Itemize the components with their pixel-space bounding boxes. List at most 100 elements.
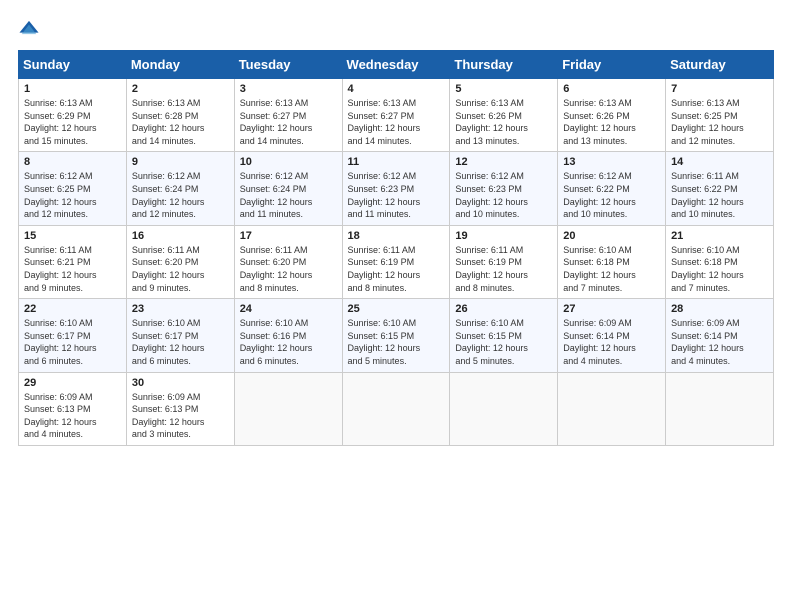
- day-info: Sunrise: 6:13 AM Sunset: 6:27 PM Dayligh…: [240, 97, 337, 147]
- calendar-cell: 30 Sunrise: 6:09 AM Sunset: 6:13 PM Dayl…: [126, 372, 234, 445]
- calendar-cell: 24 Sunrise: 6:10 AM Sunset: 6:16 PM Dayl…: [234, 299, 342, 372]
- calendar-cell: 22 Sunrise: 6:10 AM Sunset: 6:17 PM Dayl…: [19, 299, 127, 372]
- day-number: 28: [671, 303, 768, 315]
- day-info: Sunrise: 6:09 AM Sunset: 6:14 PM Dayligh…: [563, 317, 660, 367]
- day-info: Sunrise: 6:12 AM Sunset: 6:22 PM Dayligh…: [563, 170, 660, 220]
- day-info: Sunrise: 6:10 AM Sunset: 6:18 PM Dayligh…: [563, 244, 660, 294]
- calendar-cell: [450, 372, 558, 445]
- calendar-cell: 12 Sunrise: 6:12 AM Sunset: 6:23 PM Dayl…: [450, 152, 558, 225]
- calendar-week-4: 22 Sunrise: 6:10 AM Sunset: 6:17 PM Dayl…: [19, 299, 774, 372]
- day-number: 21: [671, 230, 768, 242]
- calendar-week-5: 29 Sunrise: 6:09 AM Sunset: 6:13 PM Dayl…: [19, 372, 774, 445]
- calendar-cell: 21 Sunrise: 6:10 AM Sunset: 6:18 PM Dayl…: [666, 225, 774, 298]
- day-info: Sunrise: 6:11 AM Sunset: 6:22 PM Dayligh…: [671, 170, 768, 220]
- day-info: Sunrise: 6:10 AM Sunset: 6:17 PM Dayligh…: [132, 317, 229, 367]
- day-number: 26: [455, 303, 552, 315]
- calendar-cell: 25 Sunrise: 6:10 AM Sunset: 6:15 PM Dayl…: [342, 299, 450, 372]
- day-number: 9: [132, 156, 229, 168]
- calendar-cell: 6 Sunrise: 6:13 AM Sunset: 6:26 PM Dayli…: [558, 79, 666, 152]
- calendar-cell: 23 Sunrise: 6:10 AM Sunset: 6:17 PM Dayl…: [126, 299, 234, 372]
- day-number: 8: [24, 156, 121, 168]
- day-number: 15: [24, 230, 121, 242]
- day-number: 20: [563, 230, 660, 242]
- day-info: Sunrise: 6:11 AM Sunset: 6:20 PM Dayligh…: [132, 244, 229, 294]
- day-info: Sunrise: 6:12 AM Sunset: 6:23 PM Dayligh…: [455, 170, 552, 220]
- calendar-cell: [234, 372, 342, 445]
- calendar-cell: [342, 372, 450, 445]
- day-header-tuesday: Tuesday: [234, 51, 342, 79]
- calendar-header-row: SundayMondayTuesdayWednesdayThursdayFrid…: [19, 51, 774, 79]
- day-header-wednesday: Wednesday: [342, 51, 450, 79]
- calendar-cell: 7 Sunrise: 6:13 AM Sunset: 6:25 PM Dayli…: [666, 79, 774, 152]
- day-header-thursday: Thursday: [450, 51, 558, 79]
- calendar-cell: 29 Sunrise: 6:09 AM Sunset: 6:13 PM Dayl…: [19, 372, 127, 445]
- day-number: 5: [455, 83, 552, 95]
- calendar-cell: 27 Sunrise: 6:09 AM Sunset: 6:14 PM Dayl…: [558, 299, 666, 372]
- calendar-cell: 20 Sunrise: 6:10 AM Sunset: 6:18 PM Dayl…: [558, 225, 666, 298]
- day-number: 10: [240, 156, 337, 168]
- day-number: 7: [671, 83, 768, 95]
- calendar-cell: 15 Sunrise: 6:11 AM Sunset: 6:21 PM Dayl…: [19, 225, 127, 298]
- calendar-cell: 13 Sunrise: 6:12 AM Sunset: 6:22 PM Dayl…: [558, 152, 666, 225]
- day-number: 18: [348, 230, 445, 242]
- day-number: 23: [132, 303, 229, 315]
- day-info: Sunrise: 6:10 AM Sunset: 6:16 PM Dayligh…: [240, 317, 337, 367]
- day-info: Sunrise: 6:10 AM Sunset: 6:15 PM Dayligh…: [455, 317, 552, 367]
- day-number: 3: [240, 83, 337, 95]
- header: [18, 18, 774, 40]
- calendar-cell: 26 Sunrise: 6:10 AM Sunset: 6:15 PM Dayl…: [450, 299, 558, 372]
- day-info: Sunrise: 6:13 AM Sunset: 6:27 PM Dayligh…: [348, 97, 445, 147]
- day-info: Sunrise: 6:10 AM Sunset: 6:15 PM Dayligh…: [348, 317, 445, 367]
- calendar-cell: 8 Sunrise: 6:12 AM Sunset: 6:25 PM Dayli…: [19, 152, 127, 225]
- calendar-week-1: 1 Sunrise: 6:13 AM Sunset: 6:29 PM Dayli…: [19, 79, 774, 152]
- day-number: 6: [563, 83, 660, 95]
- day-info: Sunrise: 6:12 AM Sunset: 6:23 PM Dayligh…: [348, 170, 445, 220]
- day-number: 13: [563, 156, 660, 168]
- day-info: Sunrise: 6:12 AM Sunset: 6:24 PM Dayligh…: [132, 170, 229, 220]
- logo-icon: [18, 18, 40, 40]
- day-header-sunday: Sunday: [19, 51, 127, 79]
- calendar-cell: 11 Sunrise: 6:12 AM Sunset: 6:23 PM Dayl…: [342, 152, 450, 225]
- day-number: 11: [348, 156, 445, 168]
- day-number: 4: [348, 83, 445, 95]
- day-number: 29: [24, 377, 121, 389]
- day-number: 17: [240, 230, 337, 242]
- calendar-cell: [666, 372, 774, 445]
- day-number: 1: [24, 83, 121, 95]
- day-info: Sunrise: 6:09 AM Sunset: 6:13 PM Dayligh…: [132, 391, 229, 441]
- day-number: 2: [132, 83, 229, 95]
- page: SundayMondayTuesdayWednesdayThursdayFrid…: [0, 0, 792, 612]
- day-number: 22: [24, 303, 121, 315]
- calendar-cell: 14 Sunrise: 6:11 AM Sunset: 6:22 PM Dayl…: [666, 152, 774, 225]
- day-info: Sunrise: 6:11 AM Sunset: 6:20 PM Dayligh…: [240, 244, 337, 294]
- calendar-week-3: 15 Sunrise: 6:11 AM Sunset: 6:21 PM Dayl…: [19, 225, 774, 298]
- day-info: Sunrise: 6:09 AM Sunset: 6:13 PM Dayligh…: [24, 391, 121, 441]
- calendar-cell: 9 Sunrise: 6:12 AM Sunset: 6:24 PM Dayli…: [126, 152, 234, 225]
- day-info: Sunrise: 6:09 AM Sunset: 6:14 PM Dayligh…: [671, 317, 768, 367]
- day-info: Sunrise: 6:10 AM Sunset: 6:17 PM Dayligh…: [24, 317, 121, 367]
- calendar-cell: 4 Sunrise: 6:13 AM Sunset: 6:27 PM Dayli…: [342, 79, 450, 152]
- calendar-cell: 1 Sunrise: 6:13 AM Sunset: 6:29 PM Dayli…: [19, 79, 127, 152]
- day-number: 16: [132, 230, 229, 242]
- calendar-cell: 17 Sunrise: 6:11 AM Sunset: 6:20 PM Dayl…: [234, 225, 342, 298]
- day-info: Sunrise: 6:11 AM Sunset: 6:21 PM Dayligh…: [24, 244, 121, 294]
- day-info: Sunrise: 6:11 AM Sunset: 6:19 PM Dayligh…: [455, 244, 552, 294]
- day-info: Sunrise: 6:10 AM Sunset: 6:18 PM Dayligh…: [671, 244, 768, 294]
- calendar-week-2: 8 Sunrise: 6:12 AM Sunset: 6:25 PM Dayli…: [19, 152, 774, 225]
- day-info: Sunrise: 6:12 AM Sunset: 6:24 PM Dayligh…: [240, 170, 337, 220]
- day-info: Sunrise: 6:12 AM Sunset: 6:25 PM Dayligh…: [24, 170, 121, 220]
- day-info: Sunrise: 6:13 AM Sunset: 6:28 PM Dayligh…: [132, 97, 229, 147]
- day-info: Sunrise: 6:13 AM Sunset: 6:26 PM Dayligh…: [455, 97, 552, 147]
- day-info: Sunrise: 6:13 AM Sunset: 6:29 PM Dayligh…: [24, 97, 121, 147]
- calendar-cell: 28 Sunrise: 6:09 AM Sunset: 6:14 PM Dayl…: [666, 299, 774, 372]
- day-header-saturday: Saturday: [666, 51, 774, 79]
- day-info: Sunrise: 6:13 AM Sunset: 6:26 PM Dayligh…: [563, 97, 660, 147]
- calendar-cell: 2 Sunrise: 6:13 AM Sunset: 6:28 PM Dayli…: [126, 79, 234, 152]
- logo: [18, 18, 44, 40]
- day-header-monday: Monday: [126, 51, 234, 79]
- calendar-cell: 10 Sunrise: 6:12 AM Sunset: 6:24 PM Dayl…: [234, 152, 342, 225]
- calendar-cell: 16 Sunrise: 6:11 AM Sunset: 6:20 PM Dayl…: [126, 225, 234, 298]
- day-number: 12: [455, 156, 552, 168]
- day-number: 24: [240, 303, 337, 315]
- day-info: Sunrise: 6:11 AM Sunset: 6:19 PM Dayligh…: [348, 244, 445, 294]
